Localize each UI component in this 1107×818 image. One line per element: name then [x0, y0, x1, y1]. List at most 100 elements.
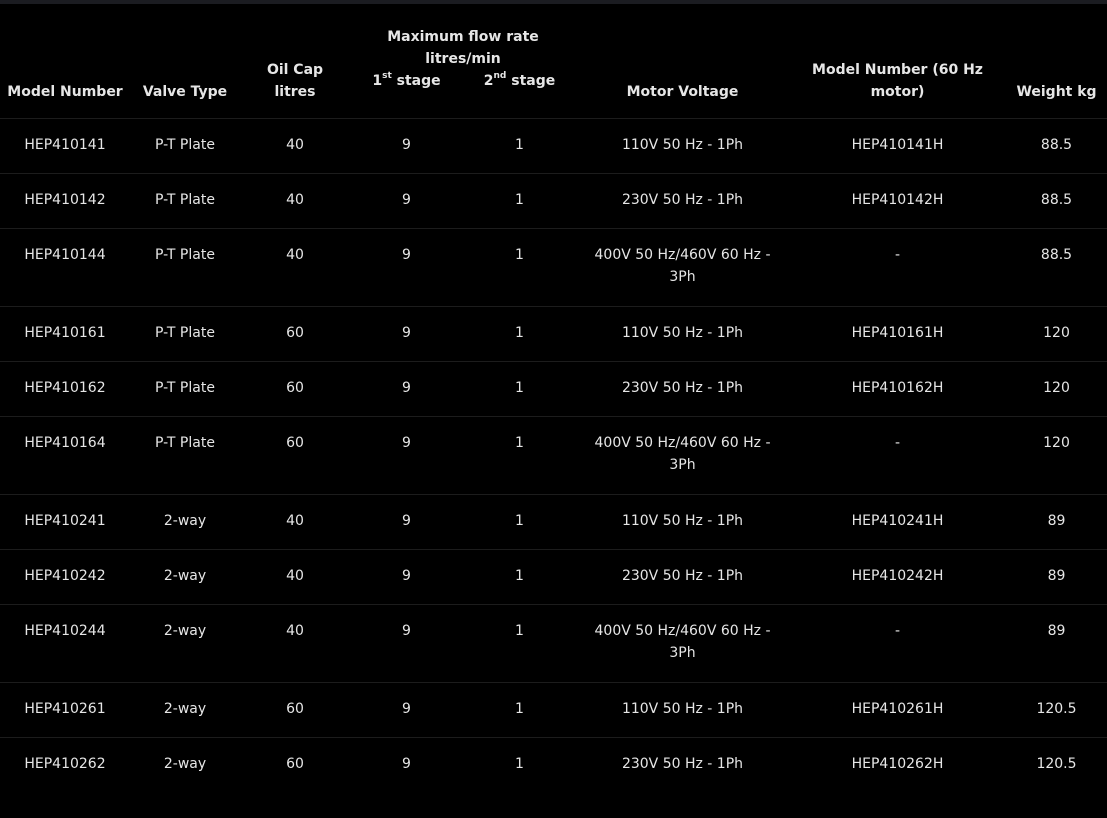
table-row: HEP410142 P-T Plate 40 9 1 230V 50 Hz - …	[0, 173, 1107, 229]
cell-stage-2: 1	[463, 682, 576, 738]
cell-oil: 60	[240, 361, 350, 417]
cell-model-60hz: HEP410141H	[789, 118, 1006, 174]
cell-oil: 40	[240, 173, 350, 229]
cell-valve: 2-way	[163, 756, 207, 772]
cell-stage-2: 1	[463, 549, 576, 605]
cell-model-60hz: HEP410241H	[789, 494, 1006, 550]
cell-stage-2: 1	[463, 416, 576, 495]
cell-model: HEP410261	[0, 682, 130, 738]
cell-weight: 88.5	[1006, 173, 1107, 229]
cell-weight: 120.5	[1006, 682, 1107, 738]
stage-1-number: 1	[372, 73, 383, 89]
table-row: HEP410241 2-way 40 9 1 110V 50 Hz - 1Ph …	[0, 494, 1107, 550]
cell-stage-1: 9	[350, 118, 463, 174]
cell-stage-1: 9	[350, 604, 463, 683]
cell-motor: 400V 50 Hz/460V 60 Hz - 3Ph	[576, 228, 789, 307]
cell-motor: 400V 50 Hz/460V 60 Hz - 3Ph	[576, 604, 789, 683]
cell-valve: 2-way	[130, 682, 240, 738]
cell-weight: 89	[1006, 549, 1107, 605]
cell-model-60hz: -	[789, 416, 1006, 495]
cell-stage-2: 1	[463, 118, 576, 174]
cell-model: HEP410142	[0, 173, 130, 229]
cell-motor: 110V 50 Hz - 1Ph	[576, 494, 789, 550]
cell-model-60hz: HEP410242H	[789, 549, 1006, 605]
cell-stage-2: 1	[463, 173, 576, 229]
cell-weight: 120	[1006, 306, 1107, 362]
header-stage-2: 2nd stage	[463, 70, 576, 119]
cell-motor: 110V 50 Hz - 1Ph	[576, 682, 789, 738]
table-header: Model Number Valve Type Oil Cap litres M…	[0, 4, 1107, 119]
cell-model-60hz: HEP410162H	[789, 361, 1006, 417]
cell-model: HEP410141	[0, 118, 130, 174]
header-model-number: Model Number	[7, 84, 123, 100]
cell-model: HEP410242	[0, 549, 130, 605]
cell-model: HEP410162	[0, 361, 130, 417]
cell-weight: 89	[1006, 604, 1107, 683]
stage-2-suffix: nd	[493, 71, 507, 82]
cell-stage-1: 9	[350, 361, 463, 417]
cell-valve: 2-way	[130, 549, 240, 605]
header-model-60hz: Model Number (60 Hz motor)	[812, 62, 983, 100]
header-flow-group: Maximum flow rate litres/min	[387, 29, 539, 67]
table-row: HEP410141 P-T Plate 40 9 1 110V 50 Hz - …	[0, 118, 1107, 174]
cell-stage-2: 1	[515, 756, 524, 772]
cell-oil: 60	[240, 306, 350, 362]
cell-model-60hz: HEP410261H	[789, 682, 1006, 738]
cell-stage-1: 9	[350, 228, 463, 307]
stage-2-number: 2	[483, 73, 494, 89]
cell-model: HEP410164	[0, 416, 130, 495]
cell-valve: P-T Plate	[130, 416, 240, 495]
cell-weight: 88.5	[1006, 228, 1107, 307]
cell-valve: 2-way	[130, 604, 240, 683]
table-row: HEP410161 P-T Plate 60 9 1 110V 50 Hz - …	[0, 306, 1107, 362]
cell-weight: 120	[1006, 361, 1107, 417]
cell-oil: 40	[240, 549, 350, 605]
table-row: HEP410242 2-way 40 9 1 230V 50 Hz - 1Ph …	[0, 549, 1107, 605]
cell-valve: P-T Plate	[130, 228, 240, 307]
header-oil-cap: Oil Cap litres	[266, 62, 324, 100]
stage-1-label: stage	[391, 73, 441, 89]
spec-table: Model Number Valve Type Oil Cap litres M…	[0, 4, 1107, 792]
header-valve-type: Valve Type	[142, 84, 228, 100]
header-stage-1: 1st stage	[350, 70, 463, 119]
stage-1-suffix: st	[382, 71, 392, 82]
cell-motor: 400V 50 Hz/460V 60 Hz - 3Ph	[576, 416, 789, 495]
table-row: HEP410164 P-T Plate 60 9 1 400V 50 Hz/46…	[0, 416, 1107, 495]
table-row: HEP410144 P-T Plate 40 9 1 400V 50 Hz/46…	[0, 228, 1107, 307]
cell-model: HEP410161	[0, 306, 130, 362]
cell-weight: 120	[1006, 416, 1107, 495]
cell-oil: 60	[286, 756, 304, 772]
table-row: HEP410162 P-T Plate 60 9 1 230V 50 Hz - …	[0, 361, 1107, 417]
cell-oil: 40	[240, 118, 350, 174]
cell-stage-2: 1	[463, 306, 576, 362]
cell-stage-1: 9	[350, 416, 463, 495]
header-motor-voltage: Motor Voltage	[626, 84, 739, 100]
cell-stage-2: 1	[463, 604, 576, 683]
cell-stage-1: 9	[350, 306, 463, 362]
cell-stage-2: 1	[463, 494, 576, 550]
cell-weight: 120.5	[1036, 756, 1077, 772]
cell-stage-2: 1	[463, 361, 576, 417]
cell-stage-1: 9	[350, 494, 463, 550]
cell-oil: 60	[240, 682, 350, 738]
cell-oil: 40	[240, 604, 350, 683]
cell-motor: 230V 50 Hz - 1Ph	[576, 549, 789, 605]
cell-model-60hz: -	[789, 604, 1006, 683]
cell-stage-1: 9	[350, 682, 463, 738]
cell-stage-1: 9	[350, 549, 463, 605]
cell-model-60hz: HEP410262H	[851, 756, 944, 772]
table-body: HEP410141 P-T Plate 40 9 1 110V 50 Hz - …	[0, 118, 1107, 793]
table-row: HEP410244 2-way 40 9 1 400V 50 Hz/460V 6…	[0, 604, 1107, 683]
cell-model-60hz: HEP410142H	[789, 173, 1006, 229]
cell-model: HEP410144	[0, 228, 130, 307]
cell-motor: 230V 50 Hz - 1Ph	[576, 173, 789, 229]
cell-weight: 88.5	[1006, 118, 1107, 174]
header-weight: Weight kg	[1016, 84, 1097, 100]
cell-valve: P-T Plate	[130, 361, 240, 417]
cell-oil: 40	[240, 228, 350, 307]
table-row: HEP410261 2-way 60 9 1 110V 50 Hz - 1Ph …	[0, 682, 1107, 738]
stage-2-label: stage	[506, 73, 556, 89]
cell-stage-1: 9	[350, 173, 463, 229]
cell-motor: 110V 50 Hz - 1Ph	[576, 118, 789, 174]
cell-oil: 40	[240, 494, 350, 550]
